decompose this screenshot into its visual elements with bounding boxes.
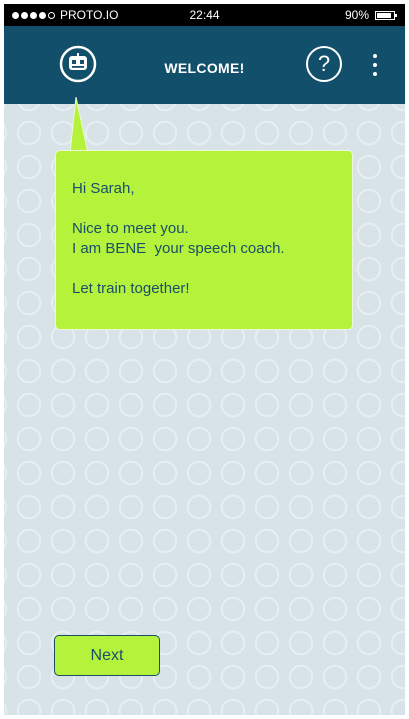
intro-line: I am BENE your speech coach. — [72, 240, 285, 257]
intro-text: Nice to meet you. I am BENE your speech … — [72, 219, 336, 259]
next-button[interactable]: Next — [54, 635, 160, 676]
menu-dot — [373, 63, 377, 67]
help-button[interactable]: ? — [306, 46, 342, 82]
status-bar: PROTO.IO 22:44 90% — [4, 4, 405, 26]
battery-tip — [395, 13, 397, 17]
closing-text: Let train together! — [72, 280, 190, 297]
speech-bubble: Hi Sarah, Nice to meet you. I am BENE yo… — [55, 150, 353, 330]
page-title: WELCOME! — [164, 60, 245, 76]
greeting-text: Hi Sarah, — [72, 180, 135, 197]
more-vertical-icon[interactable] — [365, 54, 385, 76]
bubble-pointer — [69, 97, 89, 153]
intro-line: Nice to meet you. — [72, 220, 189, 237]
battery-icon — [375, 10, 397, 20]
battery-percent: 90% — [344, 8, 369, 22]
menu-dot — [373, 54, 377, 58]
app-header: WELCOME! ? — [4, 26, 405, 104]
battery-fill — [377, 12, 392, 18]
menu-dot — [373, 72, 377, 76]
battery-status: 90% — [344, 8, 397, 22]
phone-screen: PROTO.IO 22:44 90% WELCOME! ? Hi Sarah, … — [4, 4, 405, 715]
